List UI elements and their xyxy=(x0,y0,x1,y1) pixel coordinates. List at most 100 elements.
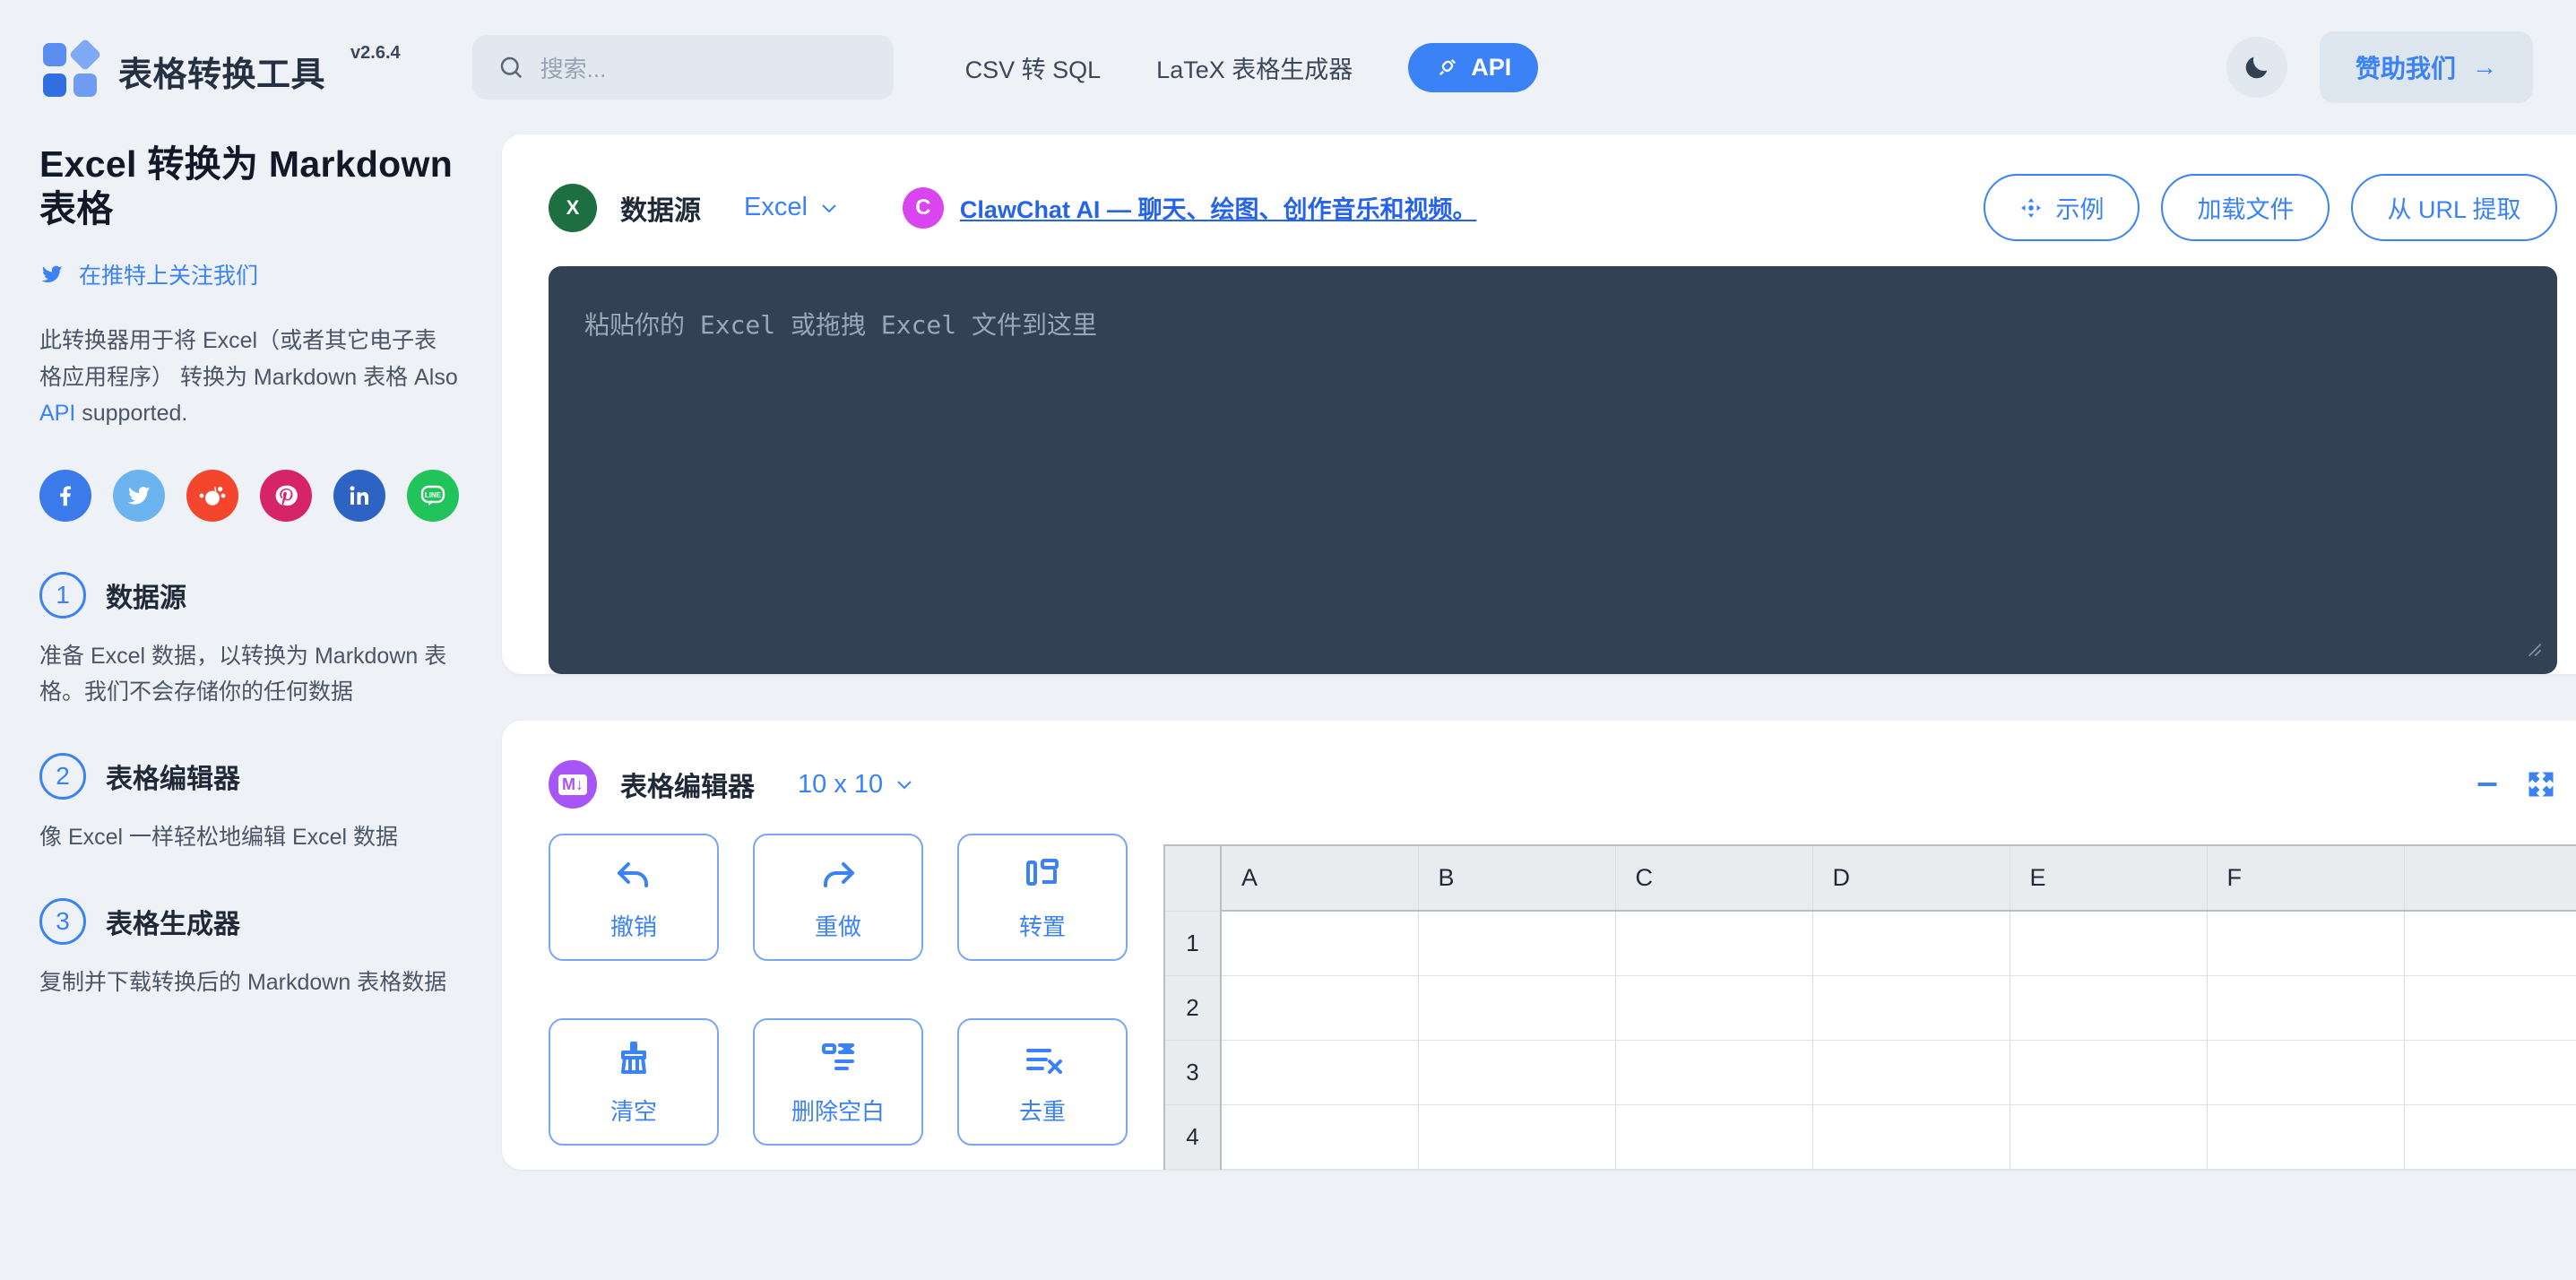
table-size-select[interactable]: 10 x 10 xyxy=(798,770,915,800)
search-placeholder: 搜索... xyxy=(540,55,607,82)
cell[interactable] xyxy=(2010,1104,2208,1170)
cell[interactable] xyxy=(1812,1040,2010,1105)
table-row: 4 xyxy=(1165,1104,2576,1170)
load-file-button[interactable]: 加载文件 xyxy=(2161,174,2330,241)
cell[interactable] xyxy=(2207,1104,2405,1170)
row-header[interactable]: 1 xyxy=(1165,911,1222,976)
column-header-row: A B C D E F xyxy=(1165,846,2576,912)
cell[interactable] xyxy=(1615,911,1813,976)
grid-corner-cell[interactable] xyxy=(1165,846,1222,912)
sponsor-label: 赞助我们 xyxy=(2355,55,2456,82)
datasource-card: X 数据源 Excel C ClawChat AI — 聊天、绘图、创作音乐和视… xyxy=(502,134,2576,674)
cell[interactable] xyxy=(1812,1104,2010,1170)
cell[interactable] xyxy=(2207,911,2405,976)
cell[interactable] xyxy=(2010,1040,2208,1105)
extract-url-button[interactable]: 从 URL 提取 xyxy=(2351,174,2557,241)
twitter-icon xyxy=(41,265,63,283)
cell[interactable] xyxy=(2404,975,2576,1041)
cell[interactable] xyxy=(2207,975,2405,1041)
source-textarea[interactable]: 粘贴你的 Excel 或拖拽 Excel 文件到这里 xyxy=(549,266,2557,674)
column-header-c[interactable]: C xyxy=(1615,846,1813,912)
fullscreen-button[interactable] xyxy=(2525,768,2557,800)
step-1: 1 数据源 准备 Excel 数据，以转换为 Markdown 表格。我们不会存… xyxy=(39,571,459,710)
nav-link-csv-to-sql[interactable]: CSV 转 SQL xyxy=(965,50,1102,85)
share-twitter-icon[interactable] xyxy=(113,469,165,522)
step-3: 3 表格生成器 复制并下载转换后的 Markdown 表格数据 xyxy=(39,897,459,1000)
cell[interactable] xyxy=(1418,1104,1616,1170)
table-editor-window-actions xyxy=(2471,768,2557,800)
undo-button[interactable]: 撤销 xyxy=(549,834,719,961)
twitter-follow-link[interactable]: 在推特上关注我们 xyxy=(39,258,459,290)
cell[interactable] xyxy=(1221,911,1419,976)
datasource-actions: 示例 加载文件 从 URL 提取 xyxy=(1984,174,2557,241)
plug-icon xyxy=(1439,59,1457,75)
column-header-a[interactable]: A xyxy=(1221,846,1419,912)
desc-api-link[interactable]: API xyxy=(39,401,75,426)
cell[interactable] xyxy=(1812,911,2010,976)
cell[interactable] xyxy=(2404,1040,2576,1105)
redo-button[interactable]: 重做 xyxy=(753,834,923,961)
step-description: 复制并下载转换后的 Markdown 表格数据 xyxy=(39,969,447,995)
remove-blank-label: 删除空白 xyxy=(791,1097,885,1125)
cell[interactable] xyxy=(2404,1104,2576,1170)
share-line-icon[interactable]: LINE xyxy=(407,469,459,522)
clear-button[interactable]: 清空 xyxy=(549,1018,719,1146)
promo-link[interactable]: ClawChat AI — 聊天、绘图、创作音乐和视频。 xyxy=(960,190,1477,225)
cell[interactable] xyxy=(1615,975,1813,1041)
example-button[interactable]: 示例 xyxy=(1984,174,2140,241)
column-header-b[interactable]: B xyxy=(1418,846,1616,912)
cell[interactable] xyxy=(1221,1040,1419,1105)
column-header-e[interactable]: E xyxy=(2010,846,2208,912)
table-size-value: 10 x 10 xyxy=(798,769,884,799)
undo-label: 撤销 xyxy=(609,912,657,940)
nav-api-button[interactable]: API xyxy=(1408,42,1539,92)
spreadsheet-table: A B C D E F 1 2 3 4 xyxy=(1165,846,2576,1170)
row-header[interactable]: 4 xyxy=(1165,1104,1222,1170)
column-header-d[interactable]: D xyxy=(1812,846,2010,912)
cell[interactable] xyxy=(2207,1040,2405,1105)
share-linkedin-icon[interactable] xyxy=(333,469,385,522)
column-header-f[interactable]: F xyxy=(2207,846,2405,912)
dark-mode-toggle[interactable] xyxy=(2226,37,2287,98)
cell[interactable] xyxy=(1221,975,1419,1041)
cell[interactable] xyxy=(1221,1104,1419,1170)
format-select[interactable]: Excel xyxy=(744,193,840,222)
cell[interactable] xyxy=(1812,975,2010,1041)
broom-icon xyxy=(621,1041,646,1074)
column-header-g[interactable] xyxy=(2404,846,2576,912)
version-label: v2.6.4 xyxy=(350,43,401,63)
table-row: 1 xyxy=(1165,911,2576,976)
desc-text-1: 此转换器用于将 Excel（或者其它电子表格应用程序） 转换为 Markdown… xyxy=(39,328,458,390)
nav-link-latex-generator[interactable]: LaTeX 表格生成器 xyxy=(1156,50,1353,85)
minus-icon xyxy=(2477,783,2496,786)
spreadsheet-grid[interactable]: A B C D E F 1 2 3 4 xyxy=(1163,844,2576,1170)
cell[interactable] xyxy=(1615,1040,1813,1105)
row-header[interactable]: 2 xyxy=(1165,975,1222,1041)
cell[interactable] xyxy=(1418,911,1616,976)
excel-icon: X xyxy=(549,183,597,232)
cell[interactable] xyxy=(1418,1040,1616,1105)
markdown-icon-glyph: M↓ xyxy=(558,774,587,795)
cell[interactable] xyxy=(1615,1104,1813,1170)
expand-icon xyxy=(2528,772,2553,797)
remove-blank-button[interactable]: 删除空白 xyxy=(753,1018,923,1146)
share-reddit-icon[interactable] xyxy=(186,469,238,522)
share-pinterest-icon[interactable] xyxy=(260,469,312,522)
search-input[interactable]: 搜索... xyxy=(471,35,894,99)
header-actions: 赞助我们 → xyxy=(2226,31,2533,103)
app-logo-icon xyxy=(43,38,102,99)
transpose-button[interactable]: 转置 xyxy=(957,834,1128,961)
sponsor-button[interactable]: 赞助我们 → xyxy=(2319,31,2533,103)
row-header[interactable]: 3 xyxy=(1165,1040,1222,1105)
cell[interactable] xyxy=(1418,975,1616,1041)
cell[interactable] xyxy=(2404,911,2576,976)
step-number: 1 xyxy=(39,571,86,618)
cell[interactable] xyxy=(2010,975,2208,1041)
resize-handle[interactable] xyxy=(2521,636,2545,660)
brand[interactable]: 表格转换工具 v2.6.4 xyxy=(43,36,401,99)
minimize-button[interactable] xyxy=(2471,768,2503,800)
cell[interactable] xyxy=(2010,911,2208,976)
dedupe-button[interactable]: 去重 xyxy=(957,1018,1128,1146)
promo-banner[interactable]: C ClawChat AI — 聊天、绘图、创作音乐和视频。 xyxy=(902,186,1477,229)
share-facebook-icon[interactable] xyxy=(39,469,91,522)
